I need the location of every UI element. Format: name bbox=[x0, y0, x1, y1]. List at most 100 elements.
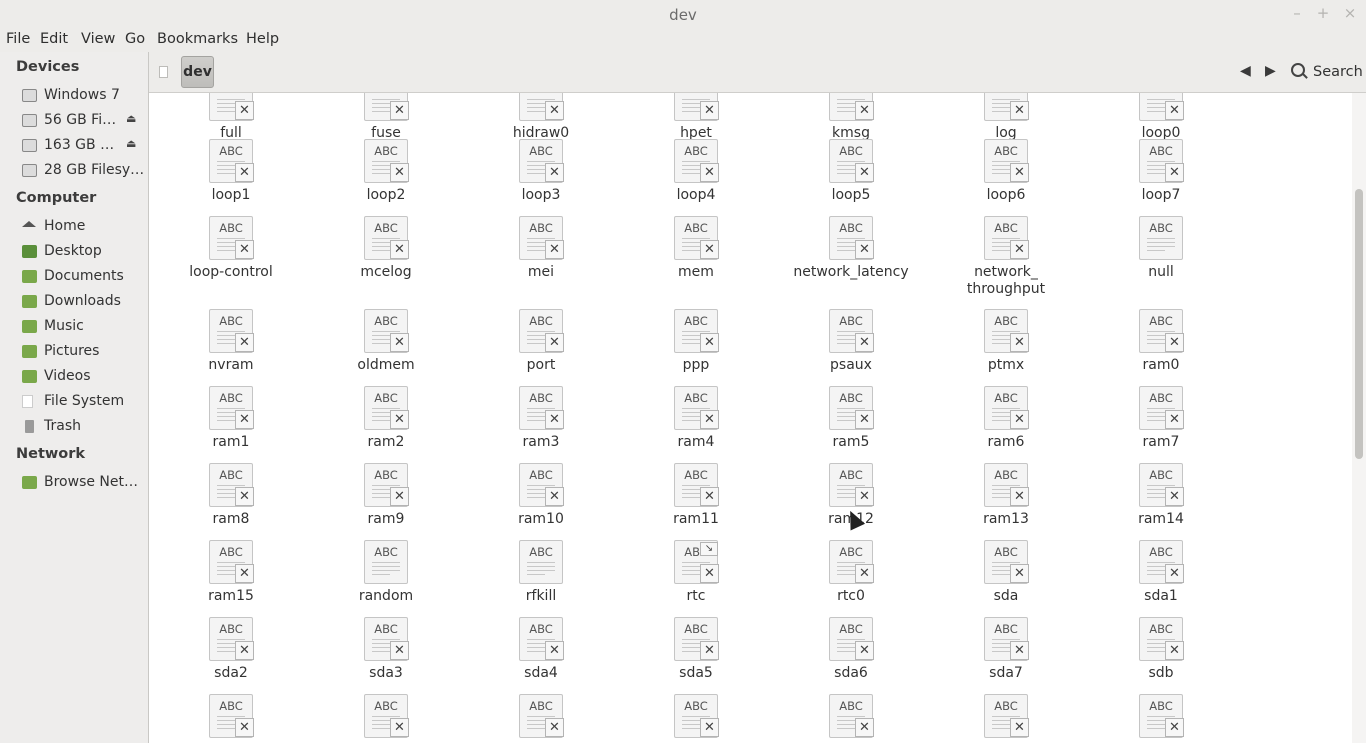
vertical-scrollbar[interactable] bbox=[1352, 93, 1366, 743]
file-icon[interactable]: ABC ✕ bbox=[984, 309, 1029, 353]
file-name-label[interactable]: sda7 bbox=[931, 665, 1081, 682]
menu-file[interactable]: File bbox=[6, 31, 30, 47]
file-icon[interactable]: ABC ✕ bbox=[984, 540, 1029, 584]
file-name-label[interactable]: ram11 bbox=[621, 511, 771, 528]
sidebar-item-28gb[interactable]: 28 GB Filesy… bbox=[22, 160, 144, 182]
file-icon[interactable]: ABC ✕ bbox=[984, 386, 1029, 430]
file-icon[interactable]: ABC ✕ bbox=[1139, 540, 1184, 584]
sidebar-item-documents[interactable]: Documents bbox=[22, 266, 144, 288]
file-name-label[interactable]: ram5 bbox=[776, 434, 926, 451]
file-name-label[interactable]: sda bbox=[931, 588, 1081, 605]
file-icon[interactable]: ABC ✕ bbox=[674, 216, 719, 260]
breadcrumb-dev[interactable]: dev bbox=[181, 56, 214, 88]
file-name-label[interactable]: loop7 bbox=[1086, 187, 1236, 204]
file-name-label[interactable]: null bbox=[1086, 264, 1236, 281]
sidebar-item-windows7[interactable]: Windows 7 bbox=[22, 85, 144, 107]
sidebar-item-music[interactable]: Music bbox=[22, 316, 144, 338]
file-name-label[interactable]: sda1 bbox=[1086, 588, 1236, 605]
file-icon[interactable]: ABC ✕ bbox=[674, 309, 719, 353]
file-name-label[interactable]: nvram bbox=[156, 357, 306, 374]
file-name-label[interactable]: ram13 bbox=[931, 511, 1081, 528]
sidebar-item-videos[interactable]: Videos bbox=[22, 366, 144, 388]
file-icon[interactable]: ABC ✕ bbox=[984, 694, 1029, 738]
file-icon[interactable]: ABC ✕ bbox=[519, 617, 564, 661]
close-button[interactable]: × bbox=[1340, 4, 1360, 22]
file-icon[interactable]: ABC ✕ bbox=[364, 463, 409, 507]
file-icon[interactable]: ABC ↘ ✕ bbox=[674, 540, 719, 584]
file-icon[interactable]: ABC ✕ bbox=[674, 386, 719, 430]
file-icon[interactable]: ABC ✕ bbox=[519, 309, 564, 353]
file-icon[interactable]: ABC ✕ bbox=[209, 463, 254, 507]
eject-icon[interactable]: ⏏ bbox=[126, 137, 136, 150]
menu-help[interactable]: Help bbox=[246, 31, 279, 47]
file-name-label[interactable]: loop1 bbox=[156, 187, 306, 204]
file-icon[interactable]: ABC ✕ bbox=[209, 386, 254, 430]
file-name-label[interactable]: ram14 bbox=[1086, 511, 1236, 528]
file-icon[interactable]: ABC ✕ bbox=[209, 540, 254, 584]
file-name-label[interactable]: ram4 bbox=[621, 434, 771, 451]
file-name-label[interactable]: loop2 bbox=[311, 187, 461, 204]
file-name-label[interactable]: loop-control bbox=[156, 264, 306, 281]
file-name-label[interactable]: ppp bbox=[621, 357, 771, 374]
file-name-label[interactable]: oldmem bbox=[311, 357, 461, 374]
file-icon[interactable]: ABC ✕ bbox=[1139, 139, 1184, 183]
file-icon[interactable]: ABC ✕ bbox=[364, 617, 409, 661]
file-icon[interactable]: ABC bbox=[1139, 216, 1184, 260]
file-icon[interactable]: ABC ✕ bbox=[1139, 386, 1184, 430]
file-icon[interactable]: ABC ✕ bbox=[829, 540, 874, 584]
file-icon[interactable]: ABC ✕ bbox=[829, 617, 874, 661]
file-name-label[interactable]: ram6 bbox=[931, 434, 1081, 451]
file-name-label[interactable]: ram3 bbox=[466, 434, 616, 451]
minimize-button[interactable]: – bbox=[1287, 4, 1307, 22]
menu-bookmarks[interactable]: Bookmarks bbox=[157, 31, 238, 47]
menu-edit[interactable]: Edit bbox=[40, 31, 68, 47]
file-name-label[interactable]: loop5 bbox=[776, 187, 926, 204]
file-name-label[interactable]: ram0 bbox=[1086, 357, 1236, 374]
file-icon[interactable]: ABC ✕ bbox=[984, 463, 1029, 507]
file-icon[interactable]: ABC ✕ bbox=[209, 617, 254, 661]
file-icon[interactable]: ABC ✕ bbox=[519, 139, 564, 183]
file-icon[interactable]: ABC ✕ bbox=[364, 139, 409, 183]
file-icon[interactable]: ABC ✕ bbox=[829, 309, 874, 353]
file-name-label[interactable]: random bbox=[311, 588, 461, 605]
file-name-label[interactable]: sda6 bbox=[776, 665, 926, 682]
file-name-label[interactable]: ram1 bbox=[156, 434, 306, 451]
forward-button[interactable]: ▶ bbox=[1265, 63, 1276, 79]
file-icon[interactable]: ABC ✕ bbox=[984, 216, 1029, 260]
file-name-label[interactable]: loop4 bbox=[621, 187, 771, 204]
file-name-label[interactable]: psaux bbox=[776, 357, 926, 374]
file-icon[interactable]: ABC ✕ bbox=[1139, 463, 1184, 507]
file-name-label[interactable]: loop3 bbox=[466, 187, 616, 204]
file-name-label[interactable]: port bbox=[466, 357, 616, 374]
file-icon[interactable]: ABC ✕ bbox=[364, 309, 409, 353]
file-icon[interactable]: ABC ✕ bbox=[209, 694, 254, 738]
menu-view[interactable]: View bbox=[81, 31, 115, 47]
scrollbar-thumb[interactable] bbox=[1355, 189, 1363, 459]
file-icon[interactable]: ABC ✕ bbox=[1139, 93, 1184, 121]
file-name-label[interactable]: ram8 bbox=[156, 511, 306, 528]
file-icon[interactable]: ABC ✕ bbox=[674, 463, 719, 507]
file-name-label[interactable]: sda4 bbox=[466, 665, 616, 682]
file-icon[interactable]: ABC ✕ bbox=[829, 139, 874, 183]
file-icon[interactable]: ABC ✕ bbox=[829, 694, 874, 738]
file-icon[interactable]: ABC ✕ bbox=[674, 694, 719, 738]
file-icon[interactable]: ABC ✕ bbox=[829, 463, 874, 507]
file-name-label[interactable]: sdb bbox=[1086, 665, 1236, 682]
file-icon[interactable]: ABC bbox=[364, 540, 409, 584]
file-icon[interactable]: ABC ✕ bbox=[364, 93, 409, 121]
menu-go[interactable]: Go bbox=[125, 31, 145, 47]
file-name-label[interactable]: ram7 bbox=[1086, 434, 1236, 451]
file-name-label[interactable]: loop6 bbox=[931, 187, 1081, 204]
file-icon[interactable]: ABC ✕ bbox=[1139, 694, 1184, 738]
file-icon[interactable]: ABC ✕ bbox=[209, 139, 254, 183]
file-icon[interactable]: ABC ✕ bbox=[519, 386, 564, 430]
file-icon[interactable]: ABC ✕ bbox=[209, 309, 254, 353]
file-icon[interactable]: ABC ✕ bbox=[519, 216, 564, 260]
file-name-label[interactable]: rtc0 bbox=[776, 588, 926, 605]
file-icon[interactable]: ABC ✕ bbox=[829, 386, 874, 430]
file-icon[interactable]: ABC bbox=[519, 540, 564, 584]
sidebar-item-pictures[interactable]: Pictures bbox=[22, 341, 144, 363]
file-icon[interactable]: ABC ✕ bbox=[364, 386, 409, 430]
file-icon[interactable] bbox=[159, 66, 168, 78]
file-icon[interactable]: ABC ✕ bbox=[519, 694, 564, 738]
